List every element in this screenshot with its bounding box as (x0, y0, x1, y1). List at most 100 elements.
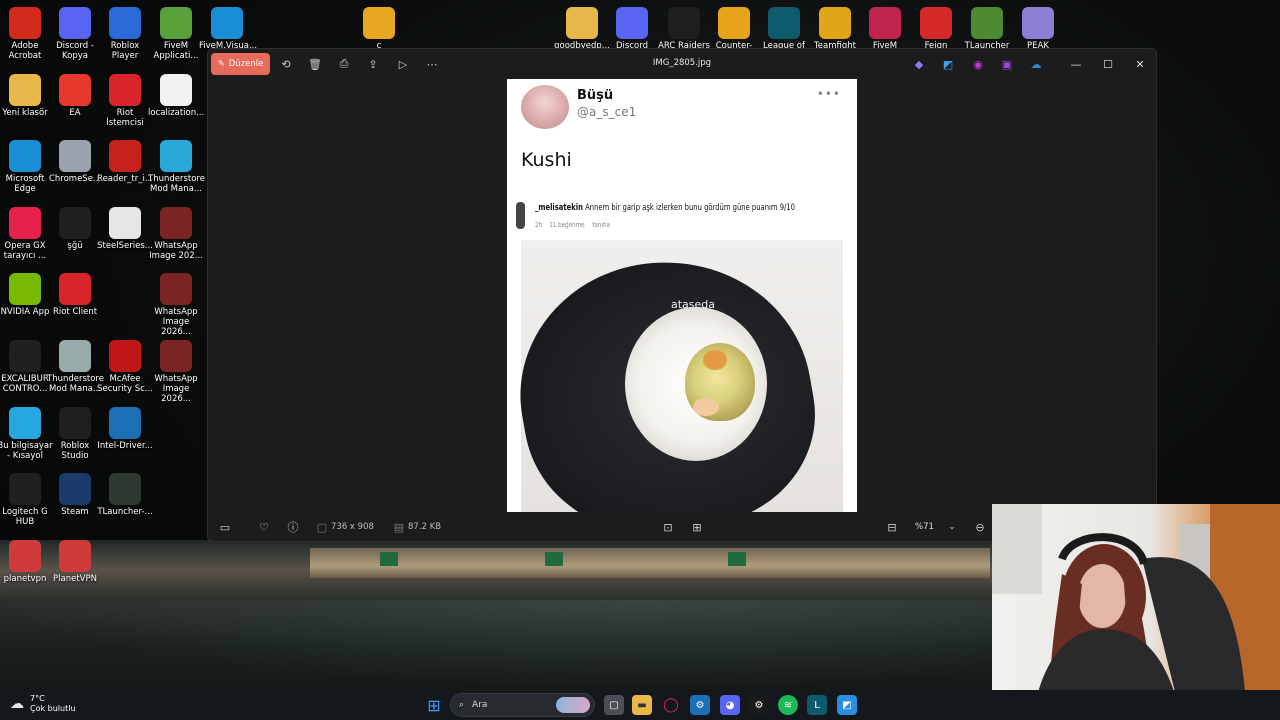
bird-beak-shape (693, 398, 719, 416)
desktop-icon-label: TLauncher-... (97, 507, 153, 518)
desktop-icon-roblox-player[interactable]: Roblox Player (97, 4, 153, 61)
zoom-out-icon[interactable]: ⊖ (972, 520, 988, 534)
desktop-icon-riot-client[interactable]: Riot Client (47, 270, 103, 317)
roblox-icon (109, 7, 141, 39)
folder-icon (9, 73, 41, 106)
desktop-icon-thunderstore-mod-mana[interactable]: Thunderstore Mod Mana... (47, 337, 104, 394)
filesize-icon: ▤ (393, 520, 405, 534)
desktop-icon-reader-tr-i[interactable]: Reader_tr_i... (97, 137, 153, 184)
desktop-icon-logitech-g-hub[interactable]: Logitech G HUB (0, 470, 53, 527)
desktop-icon-tlauncher[interactable]: TLauncher-... (97, 470, 153, 517)
desktop-icon-label: PlanetVPN (53, 573, 97, 584)
desktop-icon-steelseries[interactable]: SteelSeries... (97, 204, 153, 251)
desktop-icon-peak[interactable]: PEAK (1010, 4, 1066, 51)
search-highlight-icon (556, 697, 590, 713)
desktop-icon-league-of[interactable]: League of (756, 4, 812, 51)
desktop-icon-excalibur-contro[interactable]: EXCALIBUR CONTRO... (0, 337, 53, 394)
desktop-icon-whatsapp-image-2026[interactable]: WhatsApp Image 2026... (148, 337, 204, 404)
desktop-icon-goodbyedp[interactable]: goodbyedp... (554, 4, 610, 51)
spotify-icon[interactable]: ≋ (778, 695, 798, 715)
desktop-icon-adobe-acrobat[interactable]: Adobe Acrobat (0, 4, 53, 61)
start-icon[interactable]: ⊞ (424, 695, 444, 715)
image-thumb-icon (160, 206, 192, 239)
desktop-icon-whatsapp-image-2026[interactable]: WhatsApp Image 2026... (148, 270, 204, 337)
temperature: 7°C (30, 694, 45, 703)
desktop-icon-feign[interactable]: Feign (908, 4, 964, 51)
desktop-icon-[interactable]: şğü (47, 204, 103, 251)
desktop-icon-ea[interactable]: EA (47, 71, 103, 118)
desktop-icon-label: şğü (67, 240, 83, 251)
league-icon (768, 7, 800, 39)
desktop-icon-planetvpn[interactable]: planetvpn (0, 537, 53, 584)
opera-gx-taskbar-icon[interactable]: ◯ (661, 695, 681, 715)
desktop-icon-roblox-studio[interactable]: Roblox Studio (47, 404, 103, 461)
planetvpn-icon (9, 539, 41, 572)
desktop-icon-fivem-visua[interactable]: FiveM.Visua... (199, 4, 257, 51)
filmstrip-icon[interactable]: ▭ (217, 520, 233, 534)
desktop-icon-intel-driver[interactable]: Intel-Driver... (97, 404, 153, 451)
desktop-icon-discord[interactable]: Discord (604, 4, 660, 51)
designer-icon[interactable]: ▣ (999, 56, 1015, 72)
desktop-icon-teamfight[interactable]: Teamfight (807, 4, 863, 51)
epic-games-icon (59, 206, 91, 239)
desktop-icon-label: Bu bilgisayar - Kısayol (0, 440, 53, 461)
intel-taskbar-icon[interactable]: ⚙ (690, 695, 710, 715)
desktop-icon-arc-raiders[interactable]: ARC Raiders (656, 4, 712, 51)
desktop-icon-bu-bilgisayar-k-sayol[interactable]: Bu bilgisayar - Kısayol (0, 404, 53, 461)
desktop-icon-label: ChromeSe... (48, 174, 102, 185)
desktop-icon-localization[interactable]: localization... (148, 71, 204, 118)
text-scan-icon[interactable]: ⊞ (689, 520, 705, 534)
desktop-icon-fivem[interactable]: FiveM (857, 4, 913, 51)
fivem-icon (869, 7, 901, 39)
paint-taskbar-icon[interactable]: ◩ (837, 695, 857, 715)
search-placeholder: Ara (472, 700, 488, 710)
desktop-icon-tlauncher[interactable]: TLauncher (959, 4, 1015, 51)
weather-widget[interactable]: ☁ 7°C Çok bulutlu (10, 694, 76, 714)
desktop-icon-whatsapp-image-202[interactable]: WhatsApp Image 202... (148, 204, 204, 261)
visual-search-icon[interactable]: ⊡ (660, 520, 676, 534)
copilot-icon[interactable]: ◆ (911, 56, 927, 72)
maximize-button[interactable]: ☐ (1094, 54, 1122, 74)
ig-reply: Yanıtla (591, 221, 611, 229)
favorite-icon[interactable]: ♡ (256, 520, 272, 534)
fit-icon[interactable]: ⊟ (884, 520, 900, 534)
desktop-icon-label: Adobe Acrobat (8, 41, 42, 61)
desktop-icon-c[interactable]: c (351, 4, 407, 51)
ig-meta: 2h 11 beğenme Yanıtla (535, 221, 610, 229)
post-more-icon: ••• (816, 87, 841, 101)
desktop-icon-mcafee-security-sc[interactable]: McAfee Security Sc... (97, 337, 153, 394)
desktop-icon-riot-i-stemcisi[interactable]: Riot İstemcisi (97, 71, 153, 128)
desktop-icon-planetvpn[interactable]: PlanetVPN (47, 537, 103, 584)
info-icon[interactable]: ⓘ (285, 520, 301, 534)
chevron-down-icon[interactable]: ⌄ (944, 520, 960, 534)
desktop-icon-label: localization... (148, 107, 205, 118)
desktop-icon-yeni-klas-r[interactable]: Yeni klasör (0, 71, 53, 118)
desktop-icon-chromese[interactable]: ChromeSe... (47, 137, 103, 184)
file-explorer-icon[interactable]: ▬ (632, 695, 652, 715)
onedrive-icon[interactable]: ☁ (1028, 56, 1044, 72)
league-taskbar-icon[interactable]: L (807, 695, 827, 715)
desktop-icon-discord-kopya[interactable]: Discord - Kopya (47, 4, 103, 61)
paint-icon[interactable]: ◩ (940, 56, 956, 72)
desktop-icon-thunderstore-mod-mana[interactable]: Thunderstore Mod Mana... (148, 137, 205, 194)
weather-condition: Çok bulutlu (30, 704, 76, 713)
close-button[interactable]: ✕ (1126, 54, 1154, 74)
desktop-icon-microsoft-edge[interactable]: Microsoft Edge (0, 137, 53, 194)
desktop-icon-label: Opera GX tarayıcı ... (3, 240, 47, 261)
webcam-overlay (992, 504, 1280, 720)
desktop-icon-steam[interactable]: Steam (47, 470, 103, 517)
steelseries-taskbar-icon[interactable]: ⚙ (749, 695, 769, 715)
desktop-icon-fivem-applicati[interactable]: FiveM Applicati... (148, 4, 204, 61)
task-view-icon[interactable]: ▢ (604, 695, 624, 715)
clipchamp-icon[interactable]: ◉ (970, 56, 986, 72)
search-box[interactable]: ⌕ Ara (450, 693, 595, 717)
desktop-icon-nvidia-app[interactable]: NVIDIA App (0, 270, 53, 317)
riot-icon (59, 273, 91, 306)
minimize-button[interactable]: — (1062, 54, 1090, 74)
cloud-icon: ☁ (10, 696, 24, 712)
desktop-icon-opera-gx-taray-c[interactable]: Opera GX tarayıcı ... (0, 204, 53, 261)
zoom-level[interactable]: %71 (915, 522, 934, 532)
ig-time: 2h (535, 221, 543, 229)
photo-canvas: Büşü @a_s_ce1 ••• Kushi _melisatekin Ann… (507, 79, 857, 512)
discord-taskbar-icon[interactable]: ◕ (720, 695, 740, 715)
